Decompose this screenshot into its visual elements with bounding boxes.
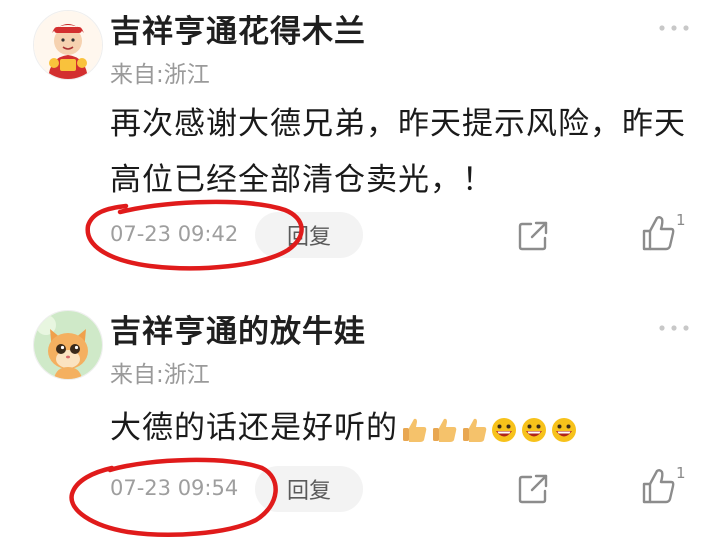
comment-item: 吉祥亨通的放牛娃 来自:浙江 大德的话还是好听的 07-23 09:54 回复 …: [0, 300, 716, 538]
location-label: 来自:浙江: [110, 62, 210, 88]
like-button[interactable]: 1: [640, 464, 690, 510]
like-count: 1: [676, 211, 686, 229]
reply-button[interactable]: 回复: [255, 212, 363, 258]
comment-item: 吉祥亨通花得木兰 来自:浙江 再次感谢大德兄弟，昨天提示风险，昨天高位已经全部清…: [0, 0, 716, 280]
more-options-icon[interactable]: [656, 18, 692, 38]
reply-button[interactable]: 回复: [255, 466, 363, 512]
grinning-face-emoji-icon: [522, 417, 546, 442]
grinning-face-emoji-icon: [552, 417, 576, 442]
more-options-icon[interactable]: [656, 318, 692, 338]
timestamp: 07-23 09:42: [110, 222, 239, 246]
share-icon[interactable]: [516, 472, 550, 506]
comment-text-row: 大德的话还是好听的: [110, 400, 700, 456]
thumbs-up-emoji-icon: [463, 418, 487, 442]
share-icon[interactable]: [516, 219, 550, 253]
thumbs-up-emoji-icon: [433, 418, 457, 442]
username[interactable]: 吉祥亨通的放牛娃: [110, 306, 366, 351]
thumbs-up-icon: [642, 469, 675, 504]
thumbs-up-emoji-icon: [403, 418, 427, 442]
timestamp: 07-23 09:54: [110, 476, 239, 500]
comment-text: 大德的话还是好听的: [110, 410, 398, 446]
like-button[interactable]: 1: [640, 211, 690, 257]
location-label: 来自:浙江: [110, 362, 210, 388]
grinning-face-emoji-icon: [492, 417, 516, 442]
username[interactable]: 吉祥亨通花得木兰: [110, 6, 366, 51]
thumbs-up-icon: [642, 216, 675, 251]
comment-text: 再次感谢大德兄弟，昨天提示风险，昨天高位已经全部清仓卖光，！: [110, 106, 686, 198]
like-count: 1: [676, 464, 686, 482]
avatar[interactable]: [33, 310, 103, 380]
avatar[interactable]: [33, 10, 103, 80]
